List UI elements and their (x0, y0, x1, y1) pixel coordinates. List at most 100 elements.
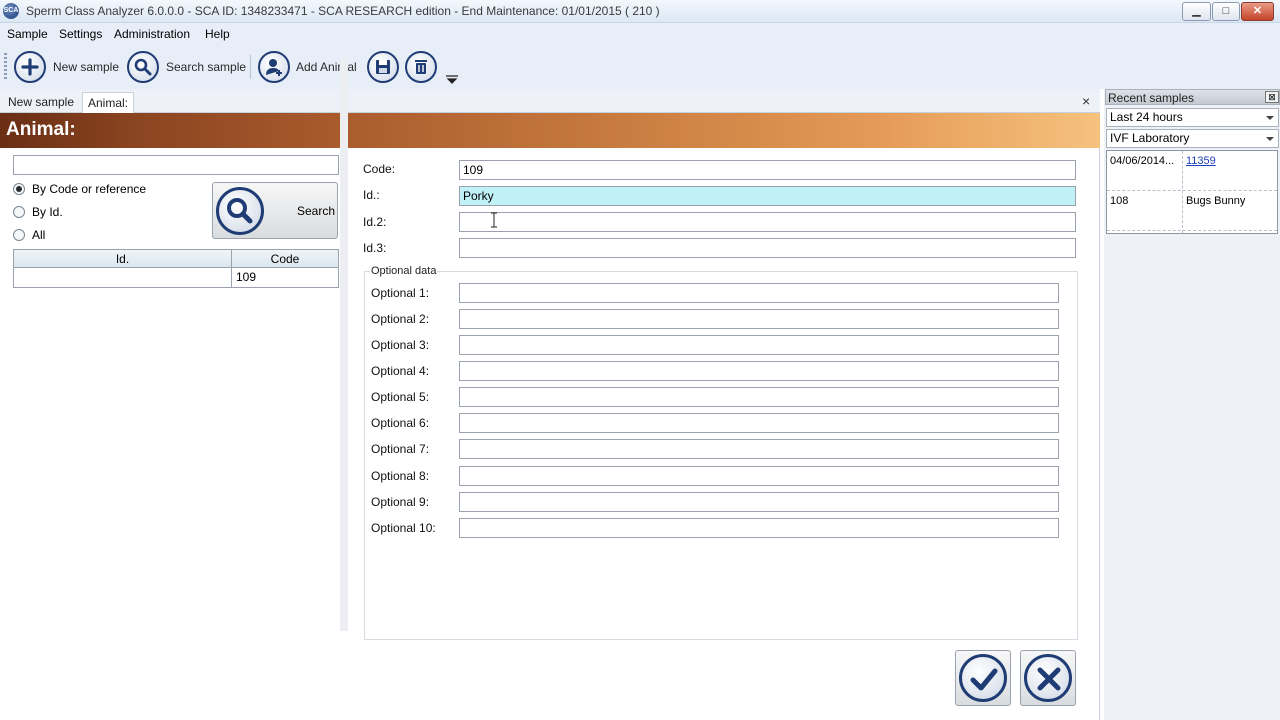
recent-row-code: 108 (1110, 195, 1129, 207)
optional-6-label: Optional 6: (371, 416, 430, 430)
header-banner: Animal: (0, 113, 1100, 148)
radio-by-code-label[interactable]: By Code or reference (32, 182, 146, 196)
toolbar: New sample Search sample Add Animal (0, 45, 1280, 89)
optional-5-field[interactable] (459, 387, 1059, 407)
recent-samples-title: Recent samples (1108, 91, 1195, 105)
window-title: Sperm Class Analyzer 6.0.0.0 - SCA ID: 1… (26, 4, 660, 18)
app-logo-icon: SCA (3, 3, 19, 19)
title-bar: SCA Sperm Class Analyzer 6.0.0.0 - SCA I… (0, 0, 1280, 23)
magnifier-icon (134, 58, 152, 76)
text-cursor-icon (491, 212, 497, 228)
floppy-disk-icon (376, 60, 390, 74)
id2-label: Id.2: (363, 215, 387, 229)
optional-9-label: Optional 9: (371, 495, 430, 509)
optional-7-field[interactable] (459, 439, 1059, 459)
toolbar-separator (250, 55, 251, 79)
panel-divider (340, 59, 348, 631)
recent-samples-panel: Recent samples ⊠ Last 24 hours IVF Labor… (1104, 89, 1280, 720)
cancel-button[interactable] (1020, 650, 1076, 706)
optional-1-label: Optional 1: (371, 286, 430, 300)
optional-10-label: Optional 10: (371, 521, 436, 535)
code-label: Code: (363, 162, 396, 176)
menu-sample[interactable]: Sample (7, 27, 48, 41)
user-add-icon (266, 59, 282, 76)
optional-7-label: Optional 7: (371, 442, 430, 456)
minimize-button[interactable]: ▁ (1182, 2, 1211, 21)
grid-cell-code[interactable]: 109 (236, 270, 256, 284)
laboratory-select-value: IVF Laboratory (1110, 131, 1190, 145)
radio-all-label[interactable]: All (32, 228, 45, 242)
optional-4-field[interactable] (459, 361, 1059, 381)
tab-animal[interactable]: Animal: (82, 92, 135, 113)
optional-6-field[interactable] (459, 413, 1059, 433)
radio-all[interactable] (13, 229, 25, 241)
tab-strip: New sample Animal: × (0, 89, 1100, 113)
recent-row[interactable]: 108 Bugs Bunny (1107, 191, 1277, 231)
optional-2-label: Optional 2: (371, 312, 430, 326)
new-sample-label[interactable]: New sample (53, 60, 119, 74)
search-button[interactable]: Search (212, 182, 338, 239)
id2-field[interactable] (459, 212, 1076, 232)
search-input[interactable] (13, 155, 339, 175)
grid-col-id[interactable]: Id. (14, 252, 231, 266)
grid-col-code[interactable]: Code (232, 252, 338, 266)
grid-divider (231, 250, 232, 287)
menu-bar: Sample Settings Administration Help (0, 23, 1280, 45)
chevron-down-icon (1266, 116, 1274, 120)
menu-administration[interactable]: Administration (114, 27, 190, 41)
recent-samples-header: Recent samples ⊠ (1105, 89, 1280, 105)
recent-row-sample-link[interactable]: 11359 (1186, 155, 1216, 167)
search-icon-ring (216, 187, 264, 235)
id3-field[interactable] (459, 238, 1076, 258)
radio-by-id[interactable] (13, 206, 25, 218)
search-sample-label[interactable]: Search sample (166, 60, 246, 74)
close-tab-icon[interactable]: × (1082, 93, 1090, 109)
optional-2-field[interactable] (459, 309, 1059, 329)
confirm-button[interactable] (955, 650, 1011, 706)
optional-8-label: Optional 8: (371, 469, 430, 483)
toolbar-overflow-icon[interactable] (444, 71, 460, 87)
delete-button[interactable] (405, 51, 437, 83)
id-field[interactable]: Porky (459, 186, 1076, 206)
new-sample-button[interactable] (14, 51, 46, 83)
search-icon (227, 198, 253, 224)
search-button-label: Search (297, 204, 336, 218)
optional-1-field[interactable] (459, 283, 1059, 303)
close-window-button[interactable]: ✕ (1241, 2, 1274, 21)
id3-label: Id.3: (363, 241, 387, 255)
optional-4-label: Optional 4: (371, 364, 430, 378)
optional-8-field[interactable] (459, 466, 1059, 486)
search-sample-button[interactable] (127, 51, 159, 83)
optional-5-label: Optional 5: (371, 390, 430, 404)
results-grid: Id. Code 109 (13, 249, 339, 288)
radio-by-code[interactable] (13, 183, 25, 195)
optional-data-title: Optional data (370, 265, 438, 277)
optional-10-field[interactable] (459, 518, 1059, 538)
maximize-button[interactable]: □ (1212, 2, 1240, 21)
laboratory-select[interactable]: IVF Laboratory (1106, 129, 1279, 148)
period-select-value: Last 24 hours (1110, 110, 1183, 124)
grid-header: Id. Code (14, 250, 338, 268)
optional-9-field[interactable] (459, 492, 1059, 512)
radio-by-id-label[interactable]: By Id. (32, 205, 63, 219)
optional-3-field[interactable] (459, 335, 1059, 355)
checkmark-icon (970, 668, 998, 691)
toolbar-grip[interactable] (4, 53, 7, 81)
recent-row-date: 04/06/2014... (1110, 155, 1175, 167)
recent-samples-table: 04/06/2014... 11359 108 Bugs Bunny (1106, 150, 1278, 234)
id-label: Id.: (363, 188, 380, 202)
menu-help[interactable]: Help (205, 27, 230, 41)
trash-icon (415, 60, 427, 74)
tab-new-sample[interactable]: New sample (3, 92, 79, 113)
chevron-down-icon (1266, 137, 1274, 141)
add-animal-button[interactable] (258, 51, 290, 83)
optional-3-label: Optional 3: (371, 338, 430, 352)
period-select[interactable]: Last 24 hours (1106, 108, 1279, 127)
page-title: Animal: (6, 119, 76, 140)
code-field[interactable]: 109 (459, 160, 1076, 180)
plus-icon (21, 58, 39, 76)
recent-row[interactable]: 04/06/2014... 11359 (1107, 151, 1277, 191)
menu-settings[interactable]: Settings (59, 27, 102, 41)
pin-icon[interactable]: ⊠ (1265, 91, 1279, 103)
save-button[interactable] (367, 51, 399, 83)
